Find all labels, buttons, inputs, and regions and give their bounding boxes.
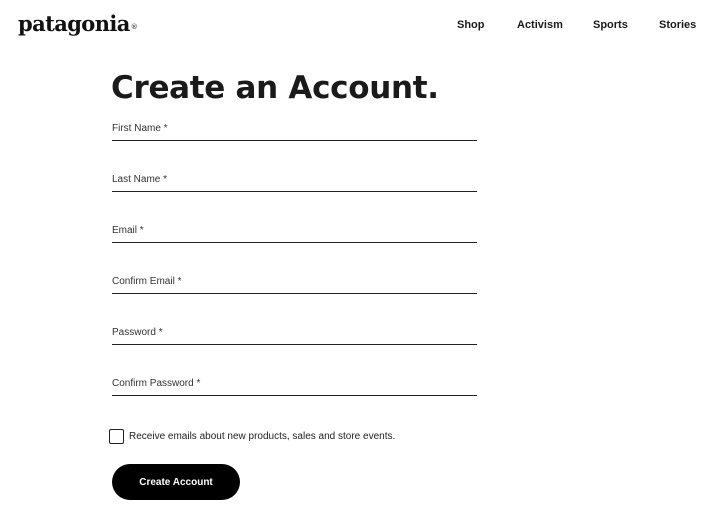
nav-shop[interactable]: Shop [457, 17, 485, 33]
nav-sports[interactable]: Sports [593, 17, 628, 33]
email-field[interactable]: Email * [112, 222, 477, 243]
newsletter-label: Receive emails about new products, sales… [129, 431, 396, 442]
confirm-password-field[interactable]: Confirm Password * [112, 375, 477, 396]
page-title: Create an Account. [111, 70, 439, 106]
nav-activism[interactable]: Activism [517, 17, 563, 33]
confirm-email-field[interactable]: Confirm Email * [112, 273, 477, 294]
email-input[interactable] [112, 222, 477, 242]
confirm-password-input[interactable] [112, 375, 477, 395]
last-name-field[interactable]: Last Name * [112, 171, 477, 192]
password-input[interactable] [112, 324, 477, 344]
password-field[interactable]: Password * [112, 324, 477, 345]
last-name-input[interactable] [112, 171, 477, 191]
nav-stories[interactable]: Stories [659, 17, 696, 33]
newsletter-checkbox[interactable] [109, 429, 124, 444]
create-account-button[interactable]: Create Account [112, 464, 240, 500]
main-nav: Shop Activism Sports Stories [0, 17, 720, 33]
confirm-email-input[interactable] [112, 273, 477, 293]
first-name-field[interactable]: First Name * [112, 120, 477, 141]
first-name-input[interactable] [112, 120, 477, 140]
